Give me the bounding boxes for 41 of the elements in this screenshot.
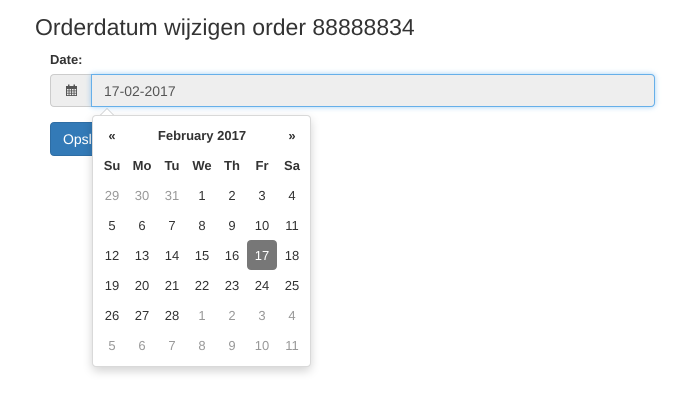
- weekday-label: Su: [102, 156, 122, 174]
- calendar-day[interactable]: 27: [127, 300, 157, 330]
- calendar-day[interactable]: 8: [187, 210, 217, 240]
- calendar-day[interactable]: 26: [97, 300, 127, 330]
- calendar-day[interactable]: 19: [97, 270, 127, 300]
- field-label: Date:: [50, 52, 84, 67]
- calendar-icon: [64, 84, 78, 97]
- calendar-day[interactable]: 16: [217, 240, 247, 270]
- page-title: Orderdatum wijzigen order 88888834: [35, 14, 416, 41]
- calendar-day[interactable]: 6: [127, 210, 157, 240]
- calendar-day[interactable]: 10: [247, 210, 277, 240]
- calendar-day[interactable]: 17: [247, 240, 277, 270]
- calendar-day[interactable]: 7: [157, 210, 187, 240]
- next-month-button[interactable]: »: [277, 120, 307, 150]
- calendar-day[interactable]: 22: [187, 270, 217, 300]
- calendar-day[interactable]: 28: [157, 300, 187, 330]
- weekday-label: Tu: [164, 156, 180, 174]
- weekday-label: Sa: [283, 156, 301, 174]
- calendar-day[interactable]: 23: [217, 270, 247, 300]
- calendar-day[interactable]: 3: [247, 180, 277, 210]
- calendar-day[interactable]: 20: [127, 270, 157, 300]
- calendar-day[interactable]: 5: [97, 210, 127, 240]
- calendar-day[interactable]: 18: [277, 240, 307, 270]
- calendar-day[interactable]: 2: [217, 180, 247, 210]
- calendar-day[interactable]: 9: [217, 210, 247, 240]
- weekday-label: Mo: [132, 156, 152, 174]
- weekday-label: Th: [223, 156, 241, 174]
- calendar-day[interactable]: 11: [277, 210, 307, 240]
- date-input[interactable]: 17-02-2017: [91, 74, 655, 107]
- calendar-day[interactable]: 24: [247, 270, 277, 300]
- calendar-day[interactable]: 14: [157, 240, 187, 270]
- weekday-label: We: [191, 156, 213, 174]
- month-title[interactable]: February 2017: [127, 120, 277, 150]
- calendar-day[interactable]: 4: [277, 180, 307, 210]
- calendar-day[interactable]: 21: [157, 270, 187, 300]
- calendar-day[interactable]: 12: [97, 240, 127, 270]
- calendar-day[interactable]: 1: [187, 180, 217, 210]
- weekday-label: Fr: [254, 156, 270, 174]
- calendar-day[interactable]: 25: [277, 270, 307, 300]
- calendar-day[interactable]: 15: [187, 240, 217, 270]
- calendar-day[interactable]: 13: [127, 240, 157, 270]
